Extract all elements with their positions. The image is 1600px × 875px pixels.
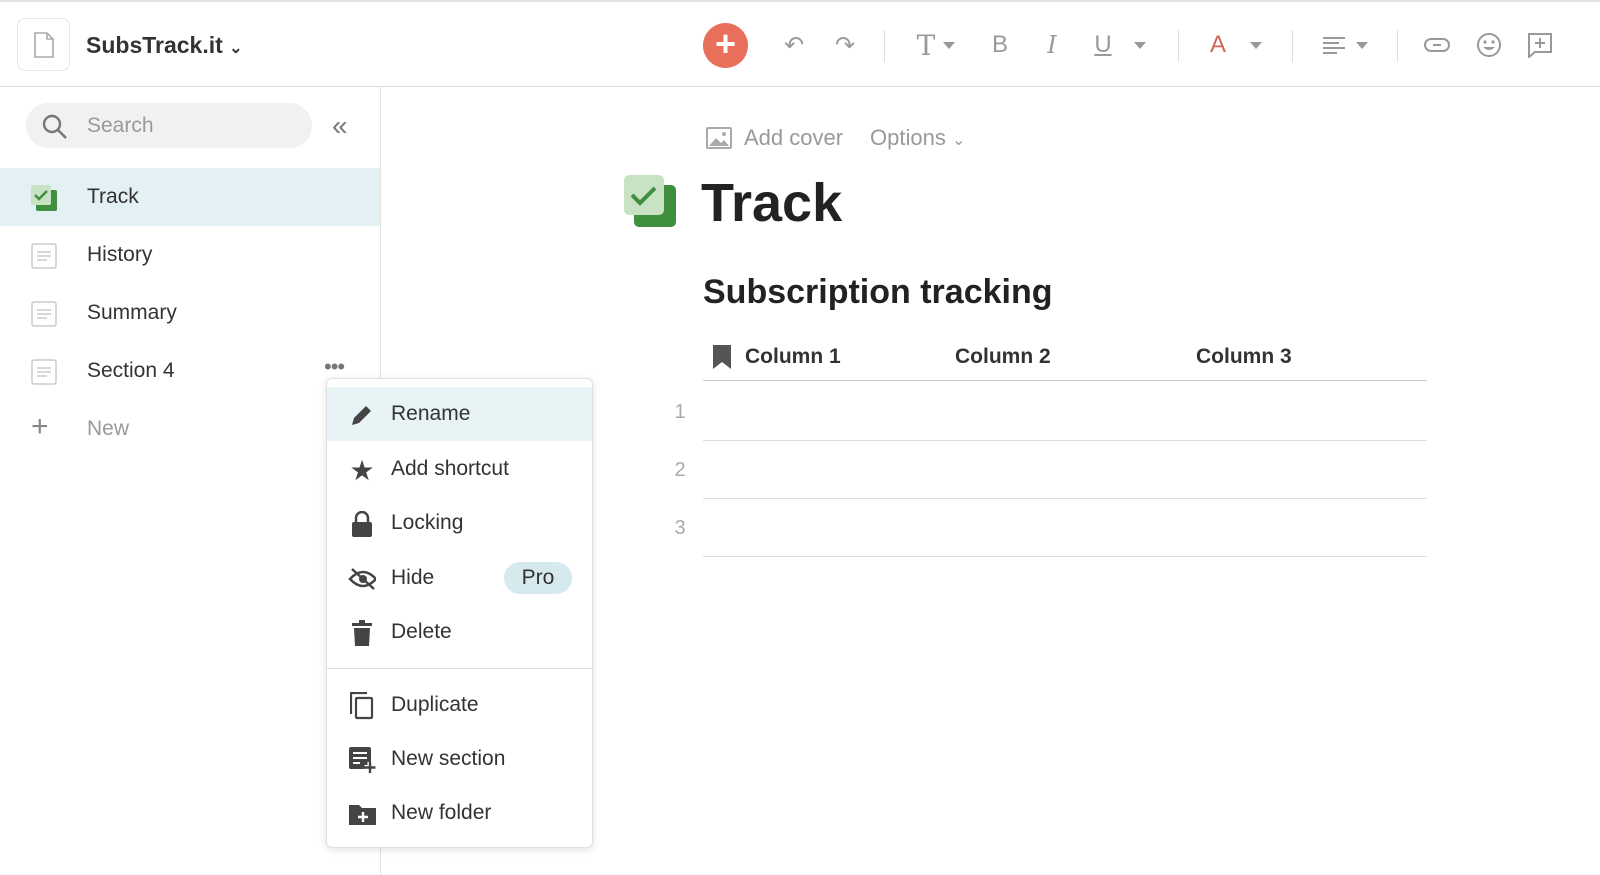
menu-item-label: Delete: [391, 620, 452, 643]
lock-icon: [348, 510, 376, 538]
checkbox-page-icon: [31, 185, 57, 211]
divider: [1178, 30, 1179, 62]
copy-icon: [348, 692, 376, 720]
divider: [1397, 30, 1398, 62]
pencil-icon: [348, 401, 376, 429]
menu-item-new-section[interactable]: New section: [327, 732, 592, 786]
redo-icon[interactable]: ↷: [829, 28, 861, 62]
font-color-button[interactable]: A: [1205, 28, 1267, 62]
comment-icon[interactable]: [1524, 28, 1556, 62]
sidebar-item-history[interactable]: History: [0, 226, 380, 284]
menu-item-label: New section: [391, 747, 506, 770]
sidebar-item-track[interactable]: Track: [0, 168, 380, 226]
menu-item-locking[interactable]: Locking: [327, 496, 592, 550]
search-placeholder: Search: [87, 114, 154, 137]
align-left-icon: [1323, 37, 1345, 54]
text-style-icon: T: [916, 28, 936, 62]
underline-button[interactable]: U: [1090, 28, 1150, 62]
caret-down-icon: [1250, 41, 1262, 49]
context-menu: Rename ★ Add shortcut Locking Hide Pro D…: [326, 378, 593, 848]
menu-item-label: Locking: [391, 511, 464, 534]
collapse-sidebar-icon[interactable]: «: [332, 110, 348, 142]
font-color-icon: A: [1209, 31, 1226, 58]
plus-icon: +: [31, 410, 49, 443]
menu-item-label: New folder: [391, 801, 492, 824]
image-icon: [706, 127, 732, 149]
sidebar-item-label: Track: [87, 185, 139, 208]
emoji-icon[interactable]: [1473, 28, 1505, 62]
options-button[interactable]: Options ⌄: [870, 125, 965, 151]
bold-button[interactable]: B: [986, 28, 1014, 62]
sidebar-item-label: Summary: [87, 301, 177, 324]
caret-down-icon: [1356, 41, 1368, 49]
row-number: 1: [674, 401, 686, 423]
column-header[interactable]: Column 2: [955, 345, 1051, 369]
link-icon[interactable]: [1421, 28, 1453, 62]
column-header[interactable]: Column 3: [1196, 345, 1292, 369]
search-input[interactable]: Search: [26, 103, 312, 148]
menu-item-label: Hide: [391, 566, 435, 589]
bookmark-icon: [713, 345, 731, 369]
workspace-title[interactable]: SubsTrack.it ⌄: [86, 32, 243, 59]
trash-icon: [348, 619, 376, 647]
menu-item-label: Rename: [391, 402, 471, 425]
caret-down-icon: [1133, 41, 1146, 49]
page-title[interactable]: Track: [701, 172, 842, 234]
sidebar-item-summary[interactable]: Summary: [0, 284, 380, 342]
divider: [884, 30, 885, 62]
sidebar-item-section-4[interactable]: Section 4 •••: [0, 342, 380, 400]
column-header[interactable]: Column 1: [745, 345, 841, 369]
top-bar: SubsTrack.it ⌄ + ↶ ↷ T B I U A: [0, 0, 1600, 87]
text-style-button[interactable]: T: [908, 28, 964, 62]
menu-item-label: Add shortcut: [391, 457, 509, 480]
italic-icon: I: [1047, 31, 1057, 59]
caret-down-icon: [943, 41, 956, 49]
chevron-down-icon: ⌄: [951, 132, 966, 149]
menu-item-rename[interactable]: Rename: [327, 387, 592, 441]
table-row[interactable]: [703, 498, 1427, 499]
more-options-icon[interactable]: •••: [324, 354, 345, 380]
document-icon[interactable]: [17, 18, 70, 71]
eye-off-icon: [348, 565, 376, 593]
pro-badge: Pro: [504, 562, 572, 594]
row-number: 2: [674, 459, 686, 481]
table-divider: [703, 380, 1427, 381]
menu-item-delete[interactable]: Delete: [327, 605, 592, 659]
divider: [1292, 30, 1293, 62]
search-icon: [42, 114, 67, 139]
sidebar-item-label: History: [87, 243, 153, 266]
undo-icon[interactable]: ↶: [778, 28, 810, 62]
menu-item-hide[interactable]: Hide Pro: [327, 551, 592, 605]
menu-item-duplicate[interactable]: Duplicate: [327, 678, 592, 732]
add-cover-label: Add cover: [744, 125, 844, 150]
page-checkbox-icon[interactable]: [624, 175, 678, 229]
page-icon: [31, 243, 57, 269]
align-button[interactable]: [1318, 28, 1372, 62]
star-icon: ★: [349, 454, 375, 486]
bold-icon: B: [991, 31, 1008, 58]
row-number: 3: [674, 517, 686, 539]
sidebar-item-label: Section 4: [87, 359, 175, 382]
chevron-down-icon: ⌄: [229, 40, 243, 57]
underline-icon: U: [1094, 31, 1112, 58]
menu-item-add-shortcut[interactable]: ★ Add shortcut: [327, 442, 592, 496]
new-section-icon: [348, 746, 376, 774]
options-label: Options: [870, 125, 946, 150]
menu-item-new-folder[interactable]: New folder: [327, 786, 592, 840]
plus-icon: +: [714, 23, 737, 64]
page-icon: [31, 301, 57, 327]
menu-divider: [327, 668, 592, 669]
new-page-button[interactable]: + New: [0, 400, 380, 458]
page-icon: [31, 359, 57, 385]
add-button[interactable]: +: [703, 23, 748, 68]
new-page-label: New: [87, 417, 130, 440]
menu-item-label: Duplicate: [391, 693, 479, 716]
new-folder-icon: [348, 800, 376, 828]
section-heading[interactable]: Subscription tracking: [703, 273, 1053, 312]
table-row[interactable]: [703, 440, 1427, 441]
italic-button[interactable]: I: [1038, 28, 1066, 62]
table-row[interactable]: [703, 556, 1427, 557]
add-cover-button[interactable]: Add cover: [706, 125, 843, 151]
workspace-title-text: SubsTrack.it: [86, 32, 223, 58]
